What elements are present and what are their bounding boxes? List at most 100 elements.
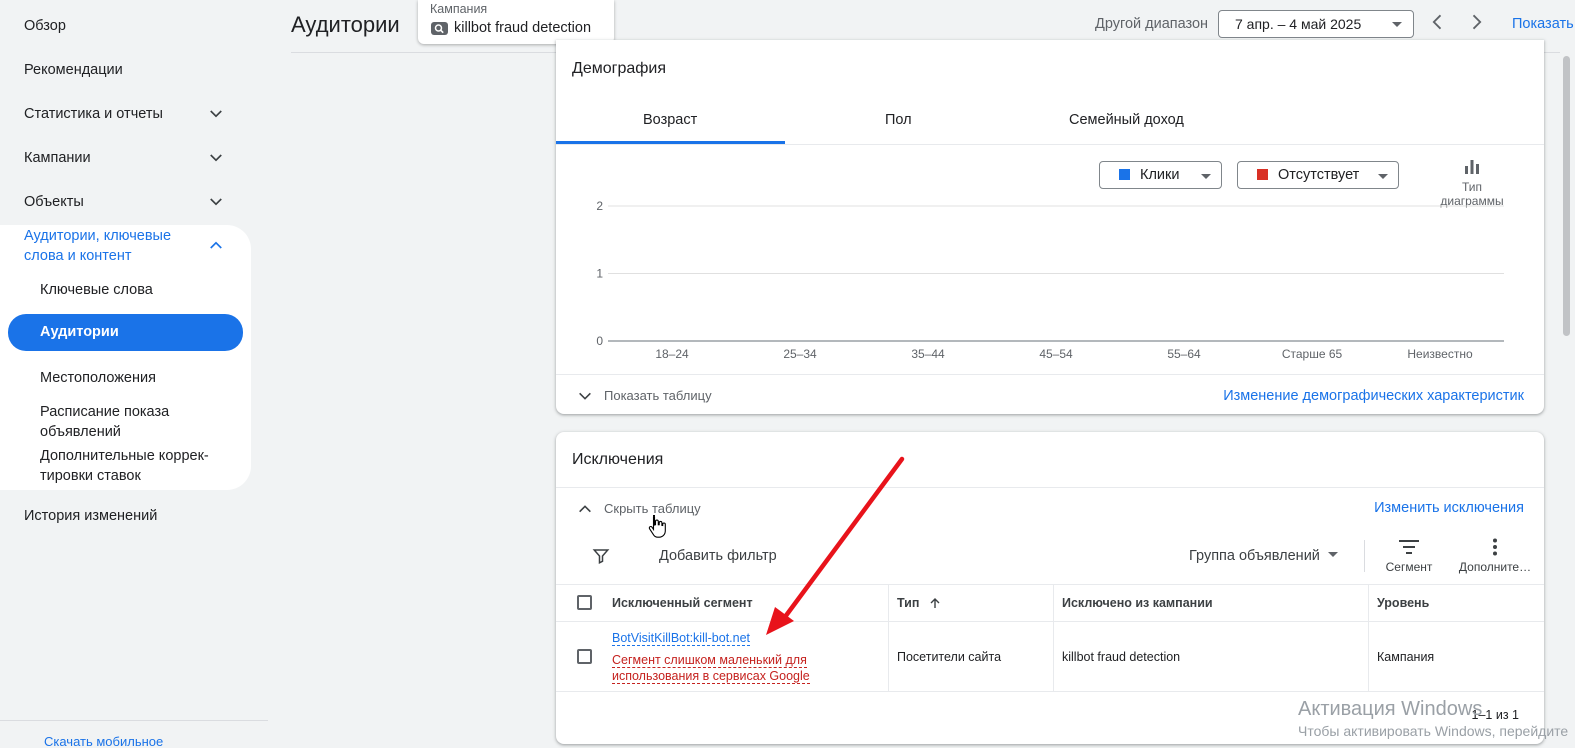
y-tick-label: 0 xyxy=(596,334,603,348)
row-bottom-divider xyxy=(556,691,1544,692)
date-range-label: Другой диапазон xyxy=(1095,16,1209,32)
nav-objects[interactable]: Объекты xyxy=(24,194,84,210)
filter-icon[interactable] xyxy=(592,547,610,565)
more-button[interactable]: Дополните… xyxy=(1455,538,1535,574)
chevron-up-icon[interactable] xyxy=(207,236,225,254)
metric1-select[interactable]: Клики xyxy=(1099,161,1222,189)
nav-sub-audiences[interactable]: Аудитории xyxy=(8,314,243,351)
edit-exclusions-link[interactable]: Изменить исключения xyxy=(1374,500,1524,516)
ad-group-select[interactable]: Группа объявлений xyxy=(1189,548,1338,564)
col-header-segment[interactable]: Исключенный сегмент xyxy=(612,596,753,610)
caret-down-icon xyxy=(1392,22,1402,27)
chevron-up-icon[interactable] xyxy=(577,501,593,517)
caret-down-icon xyxy=(1378,174,1388,179)
card-footer-divider xyxy=(556,374,1544,375)
cell-level: Кампания xyxy=(1377,650,1435,664)
demographics-title: Демография xyxy=(572,60,667,77)
caret-down-icon xyxy=(1327,552,1338,557)
segment-button[interactable]: Сегмент xyxy=(1369,538,1449,574)
tab-gender[interactable]: Пол xyxy=(885,112,912,128)
search-campaign-icon xyxy=(431,22,448,35)
select-all-checkbox[interactable] xyxy=(577,595,592,610)
exclusions-title: Исключения xyxy=(572,451,664,468)
cell-type: Посетители сайта xyxy=(897,650,1002,664)
column-divider xyxy=(1053,584,1054,692)
demographics-card: Демография Возраст Пол Семейный доход Кл… xyxy=(556,40,1544,414)
windows-activation-watermark: Активация Windows Чтобы активировать Win… xyxy=(1298,698,1568,739)
metric2-select[interactable]: Отсутствует xyxy=(1237,161,1399,189)
tab-household-income[interactable]: Семейный доход xyxy=(1069,112,1184,128)
y-tick-label: 1 xyxy=(596,267,603,281)
x-tick-label: 55–64 xyxy=(1167,347,1201,361)
y-tick-label: 2 xyxy=(596,199,603,213)
campaign-value: killbot fraud detection xyxy=(454,20,592,36)
tab-age[interactable]: Возраст xyxy=(643,112,697,128)
segment-link[interactable]: BotVisitKillBot:kill-bot.net xyxy=(612,631,751,646)
x-tick-label: 45–54 xyxy=(1039,347,1073,361)
sidebar: Обзор Рекомендации Статистика и отчеты К… xyxy=(0,0,268,748)
x-tick-label: 25–34 xyxy=(783,347,817,361)
toolbar-divider xyxy=(1364,540,1365,572)
chevron-down-icon[interactable] xyxy=(207,105,225,123)
nav-recommendations[interactable]: Рекомендации xyxy=(24,62,123,78)
chevron-down-icon[interactable] xyxy=(207,149,225,167)
row-checkbox[interactable] xyxy=(577,649,592,664)
more-vert-icon xyxy=(1493,538,1497,556)
date-range-value: 7 апр. – 4 май 2025 xyxy=(1235,16,1362,32)
page-title: Аудитории xyxy=(291,12,400,37)
cell-campaign: killbot fraud detection xyxy=(1062,650,1181,664)
table-header-bottom xyxy=(556,621,1544,622)
annotation-arrow-icon xyxy=(766,456,905,635)
show-table-toggle[interactable]: Показать таблицу xyxy=(604,388,712,403)
chevron-down-icon[interactable] xyxy=(577,388,593,404)
chevron-right-icon[interactable] xyxy=(1466,12,1486,32)
watermark-line1: Активация Windows xyxy=(1298,698,1483,720)
x-tick-label: Старше 65 xyxy=(1282,347,1343,361)
segment-warning-text: Сегмент слишком маленький для использова… xyxy=(612,653,810,684)
x-tick-label: 35–44 xyxy=(911,347,945,361)
col-header-level[interactable]: Уровень xyxy=(1377,596,1429,610)
campaign-label: Кампания xyxy=(430,2,488,16)
watermark-line2: Чтобы активировать Windows, перейдите xyxy=(1298,723,1569,739)
nav-sub-schedule[interactable]: Расписание показа объявлений xyxy=(40,402,210,442)
x-tick-label: Неизвестно xyxy=(1407,347,1473,361)
metric1-swatch xyxy=(1119,169,1130,180)
ad-group-select-label: Группа объявлений xyxy=(1189,548,1320,564)
demographics-chart: 0 1 2 18–24 25–34 35–44 45–54 55–64 Старше 65 Неи… xyxy=(596,199,1504,361)
scrollbar-thumb[interactable] xyxy=(1563,56,1570,336)
bar-chart-icon xyxy=(1465,160,1479,174)
nav-sub-bid-adjustments[interactable]: Дополнительные коррек-тировки ставок xyxy=(40,446,225,486)
nav-sub-locations[interactable]: Местоположения xyxy=(40,368,156,388)
sidebar-divider xyxy=(0,720,268,721)
segment-button-label: Сегмент xyxy=(1385,560,1433,574)
caret-down-icon xyxy=(1201,174,1211,179)
show-link[interactable]: Показать xyxy=(1512,16,1574,32)
metric2-label: Отсутствует xyxy=(1278,167,1360,183)
x-tick-label: 18–24 xyxy=(655,347,689,361)
more-button-label: Дополните… xyxy=(1458,560,1532,574)
nav-sub-audiences-label: Аудитории xyxy=(40,324,119,340)
download-mobile-link[interactable]: Скачать мобильное xyxy=(44,734,163,748)
column-divider xyxy=(1368,584,1369,692)
table-header-top xyxy=(556,584,1544,585)
nav-stats[interactable]: Статистика и отчеты xyxy=(24,106,163,122)
hand-cursor-icon xyxy=(648,514,666,538)
title-divider xyxy=(556,487,1544,488)
metric1-label: Клики xyxy=(1140,167,1180,183)
nav-history[interactable]: История изменений xyxy=(24,508,157,524)
nav-campaigns[interactable]: Кампании xyxy=(24,150,91,166)
campaign-selector[interactable]: Кампания killbot fraud detection xyxy=(418,0,614,44)
nav-overview[interactable]: Обзор xyxy=(24,18,66,34)
date-range-select[interactable]: 7 апр. – 4 май 2025 xyxy=(1218,10,1414,38)
segment-warning: Сегмент слишком маленький для использова… xyxy=(612,652,832,684)
col-header-campaign[interactable]: Исключено из кампании xyxy=(1062,596,1213,610)
chevron-down-icon[interactable] xyxy=(207,193,225,211)
chevron-left-icon[interactable] xyxy=(1428,12,1448,32)
edit-demographics-link[interactable]: Изменение демографических характеристик xyxy=(1223,388,1524,404)
nav-sub-keywords[interactable]: Ключевые слова xyxy=(40,280,153,300)
sort-up-icon xyxy=(930,598,940,608)
metric2-swatch xyxy=(1257,169,1268,180)
segment-icon xyxy=(1399,540,1419,554)
tab-divider xyxy=(556,144,1544,145)
nav-group-title[interactable]: Аудитории, ключевые слова и контент xyxy=(24,226,194,266)
